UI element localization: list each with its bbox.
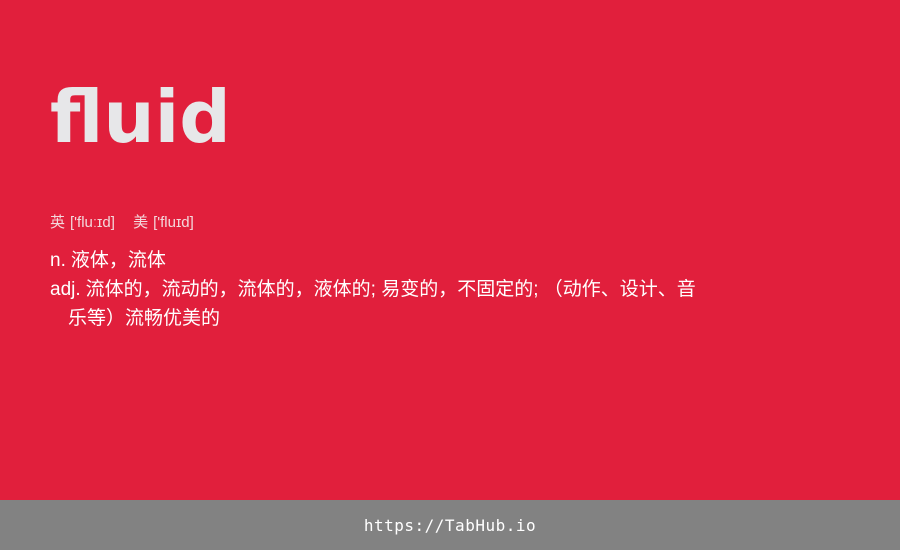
pronunciation-row: 英 ['fluːɪd] 美 ['fluɪd] [50, 212, 208, 234]
pronunciation-us-label: 美 [133, 214, 149, 231]
footer-bar: https://TabHub.io [0, 500, 900, 550]
headword: fluid [50, 75, 231, 159]
part-of-speech: adj. [50, 279, 81, 300]
definition-text: 液体，流体 [70, 250, 166, 271]
pronunciation-uk-ipa: ['fluːɪd] [70, 214, 115, 231]
definition-list: n. 液体，流体 adj. 流体的，流动的，流体的，液体的; 易变的，不固定的; （… [50, 246, 750, 333]
definition-noun: n. 液体，流体 [50, 246, 750, 275]
definition-text-continuation: 乐等）流畅优美的 [68, 308, 221, 329]
word-card: fluid 英 ['fluːɪd] 美 ['fluɪd] n. 液体，流体 adj. 流… [0, 0, 900, 500]
pronunciation-uk: 英 ['fluːɪd] [50, 214, 119, 231]
definition-adjective: adj. 流体的，流动的，流体的，液体的; 易变的，不固定的; （动作、设计、音 … [50, 275, 750, 333]
pronunciation-us-ipa: ['fluɪd] [153, 214, 194, 231]
tabhub-link[interactable]: https://TabHub.io [364, 516, 536, 535]
definition-text: 流体的，流动的，流体的，液体的; 易变的，不固定的; （动作、设计、音 [85, 279, 696, 300]
pronunciation-uk-label: 英 [50, 214, 66, 231]
pronunciation-us: 美 ['fluɪd] [133, 214, 194, 231]
part-of-speech: n. [50, 250, 66, 271]
